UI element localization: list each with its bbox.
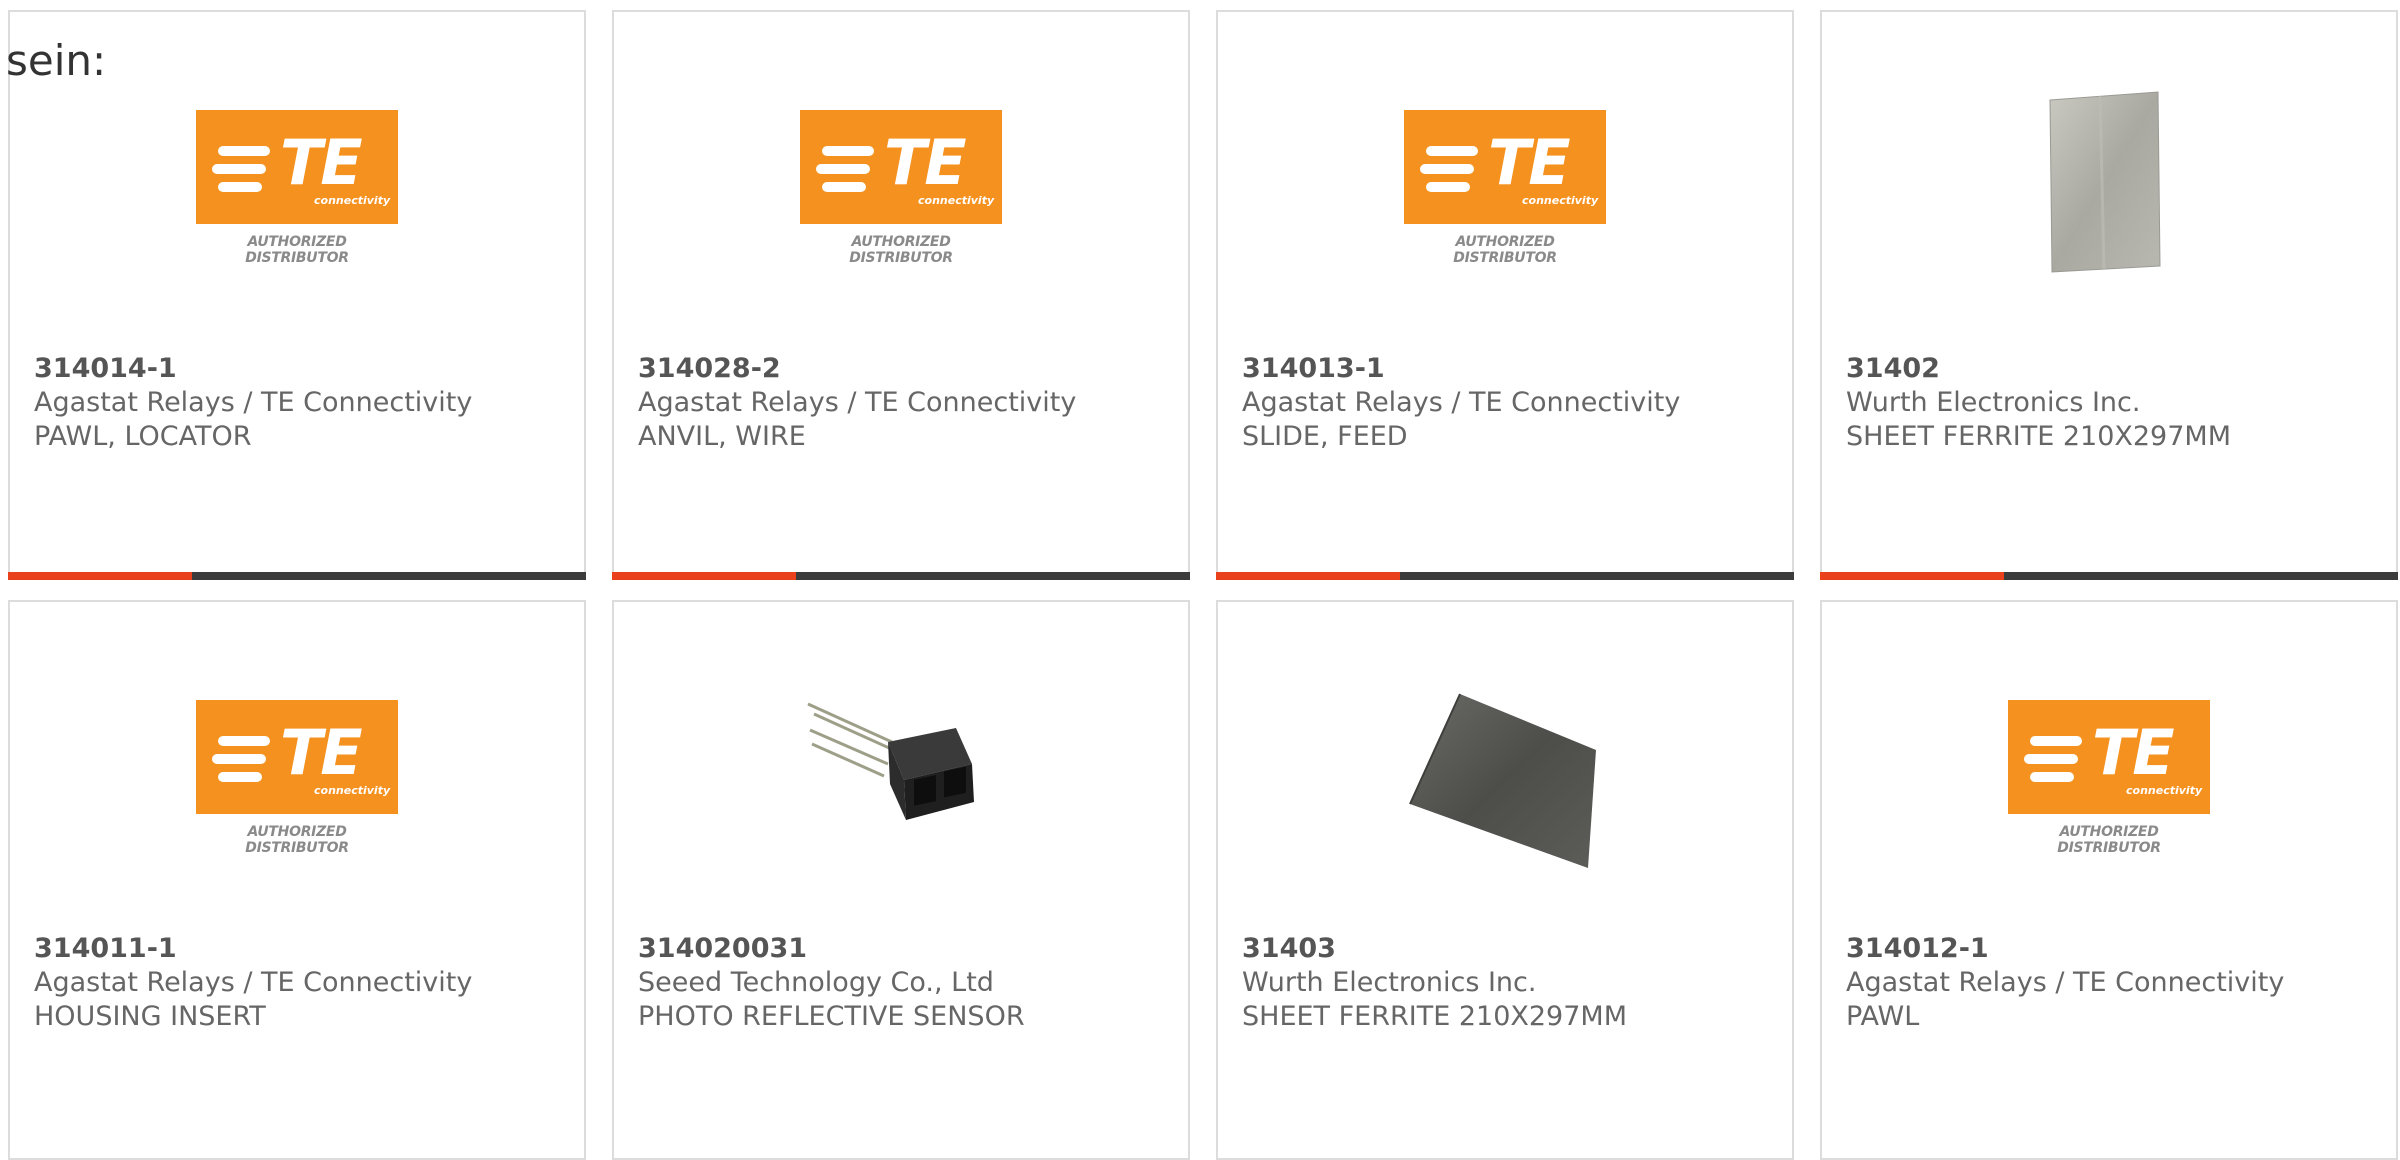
manufacturer: Agastat Relays / TE Connectivity xyxy=(1846,967,2285,998)
manufacturer: Wurth Electronics Inc. xyxy=(1846,387,2141,418)
product-card[interactable]: TE connectivity AUTHORIZED DISTRIBUTOR 3… xyxy=(8,10,586,580)
card-bottom-bar xyxy=(612,572,1190,580)
description: PAWL, LOCATOR xyxy=(34,421,252,452)
product-card[interactable]: TE connectivity AUTHORIZED DISTRIBUTOR 3… xyxy=(612,10,1190,580)
product-card[interactable]: 314020031 Seeed Technology Co., Ltd PHOT… xyxy=(612,600,1190,1160)
description: SLIDE, FEED xyxy=(1242,421,1408,452)
product-card[interactable]: TE connectivity AUTHORIZED DISTRIBUTOR 3… xyxy=(8,600,586,1160)
description: PAWL xyxy=(1846,1001,1920,1032)
part-number[interactable]: 31403 xyxy=(1242,932,1776,966)
description: SHEET FERRITE 210X297MM xyxy=(1846,421,2232,452)
product-card[interactable]: TE connectivity AUTHORIZED DISTRIBUTOR 3… xyxy=(1820,600,2398,1160)
product-card[interactable]: TE connectivity AUTHORIZED DISTRIBUTOR 3… xyxy=(1216,10,1794,580)
product-image-area xyxy=(1822,12,2396,312)
product-grid: TE connectivity AUTHORIZED DISTRIBUTOR 3… xyxy=(0,0,2400,1160)
product-card[interactable]: 31403 Wurth Electronics Inc. SHEET FERRI… xyxy=(1216,600,1794,1160)
part-number[interactable]: 314011-1 xyxy=(34,932,568,966)
card-bottom-bar xyxy=(1820,572,2398,580)
intro-text: sein: xyxy=(6,36,107,85)
manufacturer: Agastat Relays / TE Connectivity xyxy=(34,387,473,418)
part-number[interactable]: 314014-1 xyxy=(34,352,568,386)
sensor-photo xyxy=(807,702,974,820)
manufacturer: Seeed Technology Co., Ltd xyxy=(638,967,994,998)
description: SHEET FERRITE 210X297MM xyxy=(1242,1001,1628,1032)
te-connectivity-logo: TE connectivity AUTHORIZED DISTRIBUTOR xyxy=(1404,110,1606,266)
description: PHOTO REFLECTIVE SENSOR xyxy=(638,1001,1025,1032)
product-image-area: TE connectivity AUTHORIZED DISTRIBUTOR xyxy=(614,12,1188,312)
te-connectivity-logo: TE connectivity AUTHORIZED DISTRIBUTOR xyxy=(2008,700,2210,856)
part-number[interactable]: 314013-1 xyxy=(1242,352,1776,386)
description: HOUSING INSERT xyxy=(34,1001,266,1032)
part-number[interactable]: 31402 xyxy=(1846,352,2380,386)
product-image-area: TE connectivity AUTHORIZED DISTRIBUTOR xyxy=(1822,602,2396,902)
ferrite-sheet-photo xyxy=(2049,91,2161,273)
product-image-area xyxy=(614,602,1188,902)
product-image-area: TE connectivity AUTHORIZED DISTRIBUTOR xyxy=(10,602,584,902)
manufacturer: Agastat Relays / TE Connectivity xyxy=(638,387,1077,418)
manufacturer: Agastat Relays / TE Connectivity xyxy=(34,967,473,998)
te-connectivity-logo: TE connectivity AUTHORIZED DISTRIBUTOR xyxy=(196,110,398,266)
product-image-area: TE connectivity AUTHORIZED DISTRIBUTOR xyxy=(1218,12,1792,312)
manufacturer: Wurth Electronics Inc. xyxy=(1242,967,1537,998)
product-image-area xyxy=(1218,602,1792,902)
description: ANVIL, WIRE xyxy=(638,421,806,452)
te-connectivity-logo: TE connectivity AUTHORIZED DISTRIBUTOR xyxy=(800,110,1002,266)
part-number[interactable]: 314012-1 xyxy=(1846,932,2380,966)
card-bottom-bar xyxy=(8,572,586,580)
manufacturer: Agastat Relays / TE Connectivity xyxy=(1242,387,1681,418)
ferrite-sheet-dark-photo xyxy=(1409,693,1596,868)
product-card[interactable]: 31402 Wurth Electronics Inc. SHEET FERRI… xyxy=(1820,10,2398,580)
card-bottom-bar xyxy=(1216,572,1794,580)
part-number[interactable]: 314028-2 xyxy=(638,352,1172,386)
te-connectivity-logo: TE connectivity AUTHORIZED DISTRIBUTOR xyxy=(196,700,398,856)
part-number[interactable]: 314020031 xyxy=(638,932,1172,966)
